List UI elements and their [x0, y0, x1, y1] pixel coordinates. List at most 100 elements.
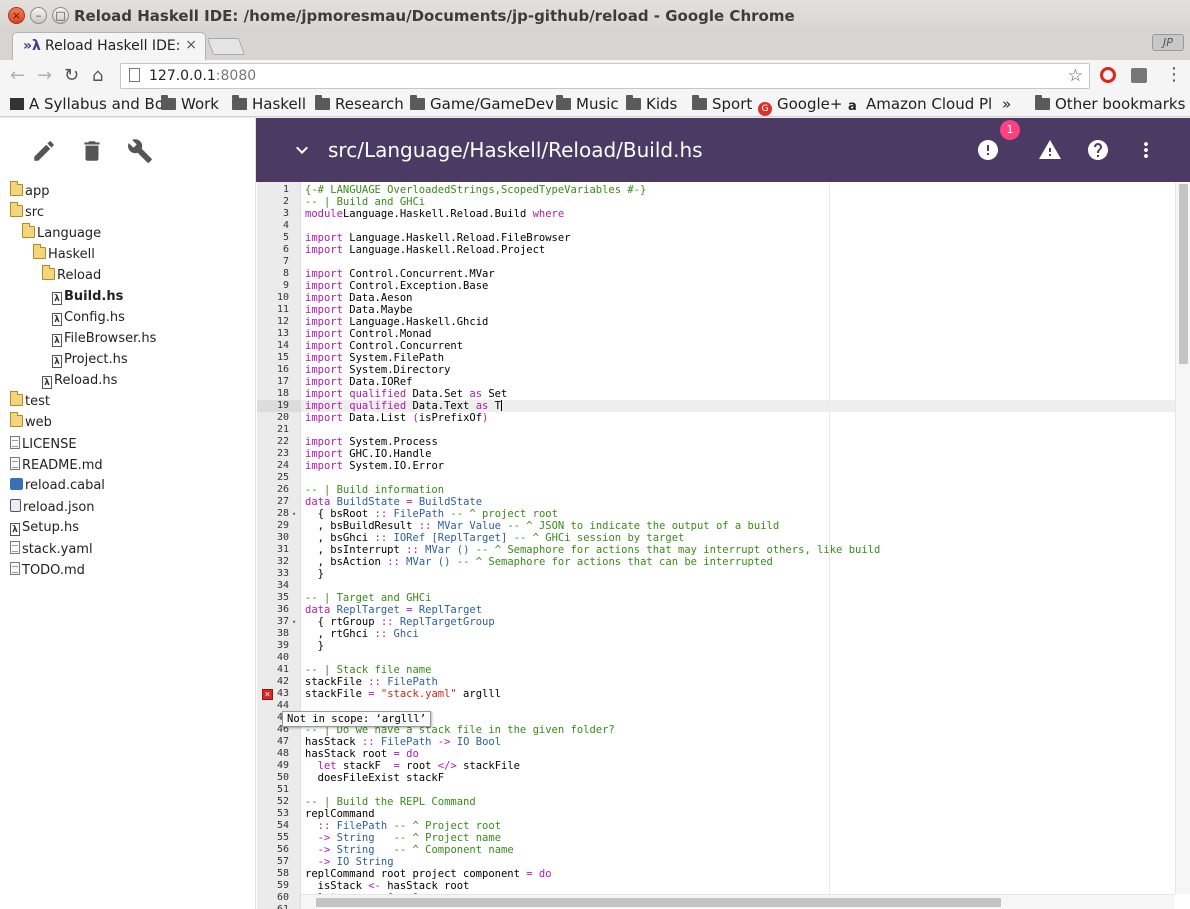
bookmark-star-icon[interactable]: ☆ — [1068, 66, 1083, 86]
tree-item-label: web — [25, 415, 52, 430]
haskell-icon: »λ — [23, 38, 41, 54]
bookmark-game-gamedev[interactable]: Game/GameDev — [410, 95, 554, 113]
text-cursor — [501, 400, 503, 411]
tree-item-todo-md[interactable]: TODO.md — [10, 562, 85, 582]
tree-item-stack-yaml[interactable]: stack.yaml — [10, 541, 93, 561]
reload-icon[interactable]: ↻ — [64, 65, 79, 86]
home-icon[interactable]: ⌂ — [92, 65, 103, 86]
line-number: 28 — [276, 508, 289, 519]
tree-item-label: FileBrowser.hs — [64, 331, 157, 346]
fold-toggle-icon[interactable]: ▾ — [292, 616, 300, 628]
horizontal-scroll-thumb[interactable] — [316, 898, 1001, 907]
tree-item-reload-cabal[interactable]: reload.cabal — [10, 478, 105, 498]
bookmark-work[interactable]: Work — [161, 95, 219, 113]
bookmarks-overflow-button[interactable]: » — [1002, 95, 1011, 113]
code-line: -- | Target and GHCi — [305, 592, 432, 604]
haskell-file-icon: λ — [52, 313, 62, 326]
code-line: import Language.Haskell.Ghcid — [305, 316, 489, 328]
address-bar[interactable]: 127.0.0.1:8080 ☆ — [120, 63, 1090, 89]
code-line: doesFileExist stackF — [305, 772, 445, 784]
opera-extension-icon[interactable] — [1100, 67, 1116, 83]
chevron-down-icon[interactable] — [290, 138, 314, 162]
window-close-button[interactable]: × — [8, 7, 25, 24]
code-line: import Control.Monad — [305, 328, 432, 340]
forward-icon[interactable]: → — [37, 65, 52, 86]
code-line: let stackF = root </> stackFile — [317, 760, 520, 772]
code-editor[interactable]: 1 2 3 4 5 6 7 8 9 10 11 12 13 14 15 16 17 18 19 20 21 22 23 24 2… — [257, 182, 1190, 909]
profile-button[interactable]: JP — [1152, 34, 1184, 51]
horizontal-scrollbar[interactable] — [301, 894, 1175, 909]
code-line: , bsBuildResult :: MVar Value -- ^ JSON … — [305, 520, 780, 532]
bookmark-other-bookmarks[interactable]: Other bookmarks — [1035, 95, 1185, 113]
haskell-file-icon: λ — [52, 292, 62, 305]
bookmark-haskell[interactable]: Haskell — [232, 95, 306, 113]
tab-close-icon[interactable]: × — [185, 37, 197, 53]
folder-icon — [22, 223, 35, 238]
line-number: 23 — [276, 448, 289, 459]
line-number: 55 — [276, 832, 289, 843]
delete-icon[interactable] — [79, 138, 105, 164]
code-line: -- | Build information — [305, 484, 445, 496]
page-icon — [10, 98, 24, 110]
browser-tab[interactable]: »λ Reload Haskell IDE: × — [12, 32, 206, 60]
haskell-file-icon: λ — [42, 376, 52, 389]
chrome-menu-icon[interactable]: ⋮ — [1165, 64, 1183, 85]
bookmark-a-syllabus-and-bo[interactable]: A Syllabus and Bo — [10, 95, 164, 113]
back-icon[interactable]: ← — [10, 65, 25, 86]
line-number: 57 — [276, 856, 289, 867]
tree-item-license[interactable]: LICENSE — [10, 436, 77, 456]
tree-item-label: app — [25, 184, 50, 199]
folder-icon — [1035, 95, 1050, 110]
vertical-scrollbar[interactable] — [1175, 182, 1190, 894]
tree-item-filebrowser-hs[interactable]: λ FileBrowser.hs — [52, 331, 156, 351]
tree-item-src[interactable]: src — [10, 202, 44, 225]
code-line: import Control.Concurrent — [305, 340, 464, 352]
warning-icon[interactable] — [1038, 138, 1062, 162]
errors-icon[interactable] — [976, 138, 1000, 162]
new-tab-button[interactable] — [206, 38, 246, 55]
extension-icon[interactable] — [1131, 68, 1147, 83]
bookmark-google[interactable]: G Google+ — [758, 95, 842, 116]
code-area[interactable]: {-# LANGUAGE OverloadedStrings,ScopedTyp… — [301, 182, 1175, 909]
bookmark-sport[interactable]: Sport — [692, 95, 752, 113]
folder-icon — [161, 95, 176, 110]
edit-icon[interactable] — [31, 138, 57, 164]
bookmark-music[interactable]: Music — [556, 95, 619, 113]
tree-item-project-hs[interactable]: λ Project.hs — [52, 352, 128, 372]
error-marker-icon[interactable]: × — [262, 689, 273, 700]
tree-item-reload-json[interactable]: reload.json — [10, 499, 95, 519]
line-number: 38 — [276, 628, 289, 639]
url-text[interactable]: 127.0.0.1:8080 — [149, 68, 256, 84]
bookmark-kids[interactable]: Kids — [626, 95, 677, 113]
tree-item-language[interactable]: Language — [22, 223, 101, 246]
fold-toggle-icon[interactable]: ▾ — [292, 508, 300, 520]
tree-item-web[interactable]: web — [10, 412, 52, 435]
tree-item-setup-hs[interactable]: λ Setup.hs — [10, 520, 79, 540]
wrench-icon[interactable] — [127, 138, 153, 164]
help-icon[interactable] — [1086, 138, 1110, 162]
line-number: 30 — [276, 532, 289, 543]
window-minimize-button[interactable]: – — [30, 7, 47, 24]
tree-item-label: Haskell — [48, 247, 95, 262]
folder-icon — [232, 95, 247, 110]
json-file-icon — [10, 499, 21, 512]
code-line: stackFile = "stack.yaml" arglll — [305, 688, 501, 700]
tree-item-readme-md[interactable]: README.md — [10, 457, 103, 477]
line-number: 58 — [276, 868, 289, 879]
tree-item-test[interactable]: test — [10, 391, 50, 414]
code-line: hasStack :: FilePath -> IO Bool — [305, 736, 502, 748]
window-maximize-button[interactable]: □ — [52, 7, 69, 24]
editor-header: src/Language/Haskell/Reload/Build.hs 1 — [256, 118, 1190, 182]
more-vert-icon[interactable] — [1134, 138, 1158, 162]
tab-strip: »λ Reload Haskell IDE: × JP — [0, 32, 1190, 60]
tree-item-reload[interactable]: Reload — [42, 265, 101, 288]
tree-item-app[interactable]: app — [10, 181, 50, 204]
tree-item-config-hs[interactable]: λ Config.hs — [52, 310, 125, 330]
tree-item-haskell[interactable]: Haskell — [33, 244, 95, 267]
bookmark-amazon-cloud-pl[interactable]: a Amazon Cloud Pl — [848, 95, 992, 114]
bookmark-label: Work — [181, 95, 219, 113]
vertical-scroll-thumb[interactable] — [1179, 184, 1188, 364]
tree-item-reload-hs[interactable]: λ Reload.hs — [42, 373, 117, 393]
tree-item-build-hs[interactable]: λ Build.hs — [52, 289, 123, 309]
bookmark-research[interactable]: Research — [315, 95, 404, 113]
